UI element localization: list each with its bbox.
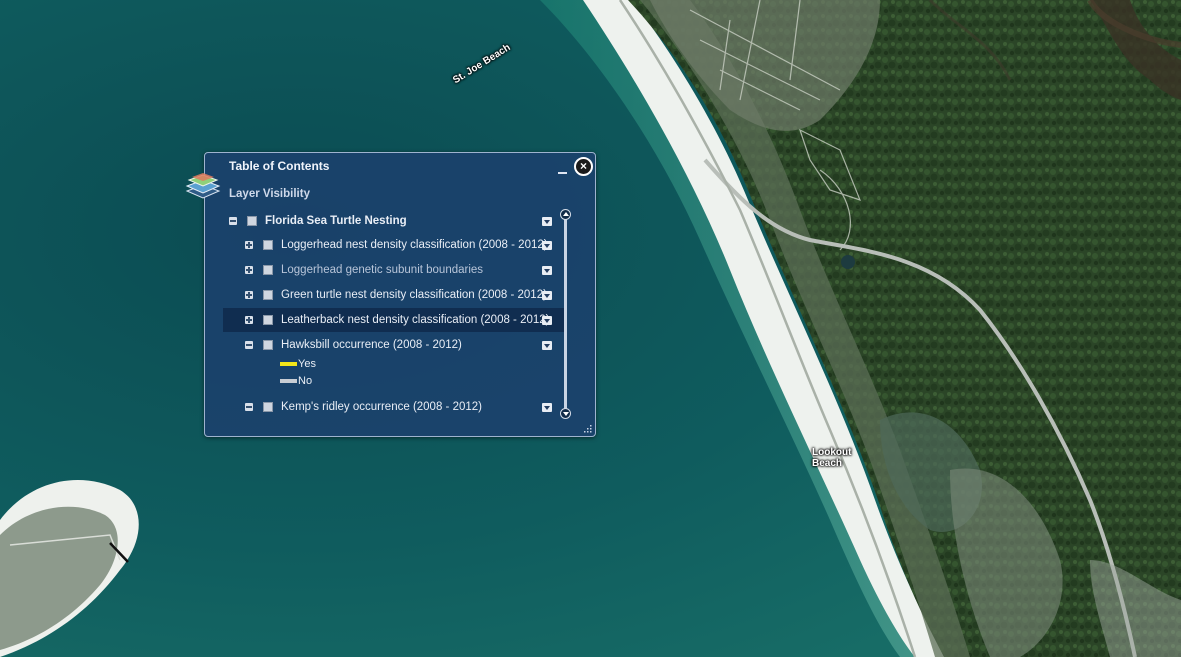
checkbox-icon[interactable] bbox=[263, 402, 273, 412]
layer-row[interactable]: Green turtle nest density classification… bbox=[205, 283, 565, 307]
scroll-down-icon[interactable] bbox=[560, 408, 571, 419]
dropdown-icon[interactable] bbox=[542, 265, 552, 275]
legend-swatch-no bbox=[280, 379, 297, 384]
expand-expander-icon[interactable] bbox=[245, 291, 253, 299]
layer-label: Loggerhead genetic subunit boundaries bbox=[281, 264, 484, 276]
scroll-up-icon[interactable] bbox=[560, 209, 571, 220]
expand-expander-icon[interactable] bbox=[245, 266, 253, 274]
checkbox-icon[interactable] bbox=[263, 240, 273, 250]
dropdown-icon[interactable] bbox=[542, 240, 552, 250]
minimize-icon[interactable] bbox=[557, 163, 569, 175]
legend-swatch-yes bbox=[280, 362, 297, 367]
layer-label: Loggerhead nest density classification (… bbox=[281, 239, 548, 251]
checkbox-icon[interactable] bbox=[263, 290, 273, 300]
layer-row[interactable]: Loggerhead genetic subunit boundaries bbox=[205, 258, 565, 282]
layer-row[interactable]: Kemp's ridley occurrence (2008 - 2012) bbox=[205, 395, 565, 419]
dropdown-icon[interactable] bbox=[542, 290, 552, 300]
expand-expander-icon[interactable] bbox=[245, 241, 253, 249]
resize-grip-icon[interactable] bbox=[583, 424, 592, 433]
legend-item: No bbox=[280, 375, 312, 387]
layer-label: Leatherback nest density classification … bbox=[281, 314, 550, 326]
layer-row-highlighted[interactable]: Leatherback nest density classification … bbox=[223, 308, 565, 332]
layer-label: Kemp's ridley occurrence (2008 - 2012) bbox=[281, 401, 482, 413]
scrollbar[interactable] bbox=[564, 215, 567, 411]
dropdown-icon[interactable] bbox=[542, 216, 552, 226]
checkbox-icon[interactable] bbox=[263, 315, 273, 325]
legend-label: No bbox=[298, 375, 313, 387]
layer-label: Green turtle nest density classification… bbox=[281, 289, 547, 301]
legend-item: Yes bbox=[280, 358, 316, 370]
legend-label: Yes bbox=[298, 358, 316, 370]
checkbox-icon[interactable] bbox=[247, 216, 257, 226]
layers-icon bbox=[185, 173, 221, 199]
collapse-expander-icon[interactable] bbox=[245, 403, 253, 411]
layer-group-row[interactable]: Florida Sea Turtle Nesting bbox=[205, 209, 565, 233]
layer-row[interactable]: Hawksbill occurrence (2008 - 2012) bbox=[205, 333, 565, 357]
map-label-lookout-beach: Lookout Beach bbox=[812, 447, 852, 469]
table-of-contents-panel[interactable]: Table of Contents × Layer Visibility Flo… bbox=[185, 152, 596, 437]
layer-row[interactable]: Loggerhead nest density classification (… bbox=[205, 233, 565, 257]
dropdown-icon[interactable] bbox=[542, 315, 552, 325]
collapse-expander-icon[interactable] bbox=[229, 217, 237, 225]
layer-group-label: Florida Sea Turtle Nesting bbox=[265, 215, 407, 227]
panel-title: Table of Contents bbox=[229, 159, 330, 173]
checkbox-icon[interactable] bbox=[263, 265, 273, 275]
collapse-expander-icon[interactable] bbox=[245, 341, 253, 349]
dropdown-icon[interactable] bbox=[542, 402, 552, 412]
panel-subtitle: Layer Visibility bbox=[229, 188, 310, 200]
expand-expander-icon[interactable] bbox=[245, 316, 253, 324]
layer-label: Hawksbill occurrence (2008 - 2012) bbox=[281, 339, 462, 351]
close-icon[interactable]: × bbox=[574, 157, 593, 176]
dropdown-icon[interactable] bbox=[542, 340, 552, 350]
checkbox-icon[interactable] bbox=[263, 340, 273, 350]
